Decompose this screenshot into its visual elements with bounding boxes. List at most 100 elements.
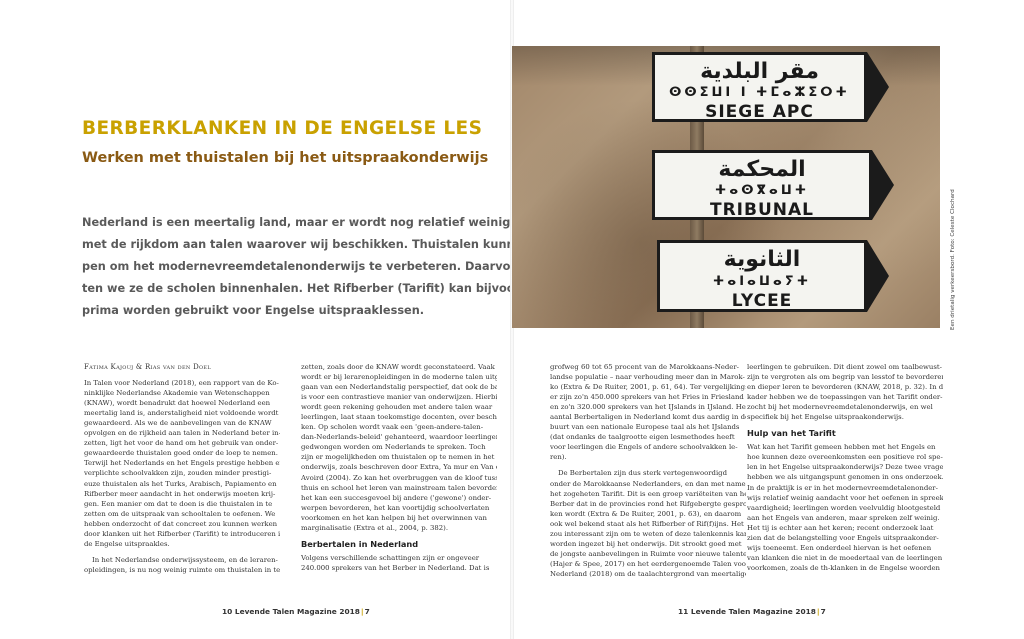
text-line: zetten, ligt het voor de hand om het geb… [84, 439, 279, 448]
text-line: leerlingen te gebruiken. Dit dient zowel… [747, 363, 943, 371]
text-line: gedwongen worden om Nederlands te spreke… [301, 443, 486, 452]
text-line: worden ingezet bij het onderwijs. Dit st… [550, 539, 742, 548]
text-line: zetten om de uitspraak van schooltalen t… [84, 509, 276, 518]
street-sign-photo: مقر البلدية ⵙⵙⵉⵡⵏ ⵏ ⵜⵎⴰⵣⵉⵔⵜ SIEGE APC ال… [512, 46, 940, 328]
column-2-text: zetten, zoals door de KNAW wordt geconst… [301, 362, 497, 533]
column-4-text: leerlingen te gebruiken. Dit dient zowel… [747, 362, 943, 422]
text-line: Terwijl het Nederlands en het Engels pre… [84, 459, 280, 468]
page-number: 11 [678, 607, 689, 616]
text-line: zou interessant zijn om te weten of deze… [550, 529, 746, 538]
text-line: de jongste aanbevelingen in Ruimte voor … [550, 549, 746, 558]
text-line: werpen bevorderen, het kan voortijdig sc… [301, 503, 490, 512]
text-line: voor leerlingen die Engels of andere sch… [550, 443, 738, 452]
section-heading: Hulp van het Tarifit [747, 428, 836, 439]
text-line: len in het Engelse uitspraakonderwijs? D… [747, 463, 943, 472]
section-heading: Berbertalen in Nederland [301, 538, 419, 549]
text-line: de Engelse uitspraakles. [84, 539, 170, 548]
text-line: 240.000 sprekers van het Berber in Neder… [301, 563, 490, 572]
intro-line: prima worden gebruikt voor Engelse uitsp… [82, 304, 425, 317]
column-2: zetten, zoals door de KNAW wordt geconst… [301, 362, 497, 573]
sign-arabic-text: مقر البلدية [700, 59, 819, 84]
text-line: kader hebben we de toepassingen van het … [747, 393, 943, 402]
article-intro: Nederland is een meertalig land, maar er… [82, 212, 562, 322]
text-line: hebben we als uitgangspunt genomen in on… [747, 473, 943, 482]
column-1: Fatima Kajouj & Rias van den Doel In Tal… [84, 362, 280, 575]
intro-line: pen om het modernevreemdetalenonderwijs … [82, 260, 560, 273]
sign-tifinagh-text: ⵙⵙⵉⵡⵏ ⵏ ⵜⵎⴰⵣⵉⵔⵜ [669, 85, 850, 100]
text-line: gewaardeerde thuistalen goed onder de lo… [84, 449, 278, 458]
text-line: aan het Engels van anderen, maar spreken… [747, 513, 940, 522]
sign-latin-text: LYCEE [731, 291, 793, 311]
text-line: wijs relatief weinig aandacht voor het o… [747, 493, 943, 502]
text-line: ninklijke Nederlandse Akademie van Weten… [84, 389, 270, 398]
column-3-text: grofweg 60 tot 65 procent van de Marokka… [550, 362, 746, 579]
text-line: onderwijs, zoals beschreven door Extra, … [301, 463, 497, 472]
text-line: ook wel bekend staat als het Rifberber o… [550, 519, 744, 528]
sign-siege-apc: مقر البلدية ⵙⵙⵉⵡⵏ ⵏ ⵜⵎⴰⵣⵉⵔⵜ SIEGE APC [652, 52, 867, 122]
text-line: zien dat de belangstelling voor Engels u… [747, 533, 939, 542]
text-line: opvolgen en de rijkheid aan talen in Ned… [84, 429, 280, 438]
text-line: (KNAW), wordt benadrukt dat hoewel Neder… [84, 399, 271, 408]
text-line: aantal Berbertaligen in Nederland komt d… [550, 413, 746, 422]
footer-separator: | [816, 607, 820, 616]
text-line: (dat ondanks de taalgrootte eigen lesmet… [550, 433, 735, 442]
text-line: ko (Extra & De Ruiter, 2001, p. 61, 64).… [550, 383, 746, 392]
text-line: is voor een contrastieve manier van onde… [301, 393, 497, 402]
article-title: BERBERKLANKEN IN DE ENGELSE LES [82, 118, 483, 139]
text-line: door klanken uit het Rifberber (Tarifit)… [84, 529, 280, 538]
text-line: opleidingen, is nu nog weinig ruimte om … [84, 565, 280, 574]
text-line: gen. Een manier om dat te doen is die th… [84, 499, 273, 508]
text-line: wordt er bij lerarenopleidingen in de mo… [301, 373, 497, 382]
right-page: مقر البلدية ⵙⵙⵉⵡⵏ ⵏ ⵜⵎⴰⵣⵉⵔⵜ SIEGE APC ال… [512, 0, 1024, 639]
text-line: In de praktijk is er in het modernevreem… [747, 483, 938, 492]
authors: Fatima Kajouj & Rias van den Doel [84, 363, 211, 371]
text-line: ken. Op scholen wordt vaak een 'geen-and… [301, 423, 484, 432]
column-4: leerlingen te gebruiken. Dit dient zowel… [747, 362, 943, 573]
text-line: wijs toeneemt. Een onderdeel hiervan is … [747, 543, 932, 552]
text-line: zetten, zoals door de KNAW wordt geconst… [301, 363, 495, 371]
issue-number: 7 [820, 607, 826, 616]
sign-arrow [867, 240, 889, 312]
sign-tifinagh-text: ⵜⴰⵙⴳⴰⵡⵜ [714, 183, 810, 198]
text-line: In Talen voor Nederland (2018), een rapp… [84, 379, 279, 388]
text-line: en zo'n 320.000 sprekers van het IJsland… [550, 403, 746, 412]
text-line: dan-Nederlands-beleid' gehanteerd, waard… [301, 433, 497, 442]
text-line: hebben onderzocht of dat concreet zou ku… [84, 519, 278, 528]
text-line: grofweg 60 tot 65 procent van de Marokka… [550, 363, 739, 371]
page-footer-right: 11 Levende Talen Magazine 2018|7 [678, 607, 826, 616]
text-line: voorkomen, zoals de th-klanken in de Eng… [747, 563, 940, 572]
text-line: In het Nederlandse onderwijssysteem, en … [92, 555, 278, 564]
text-line: specifiek bij het Engelse uitspraakonder… [747, 413, 904, 422]
text-line: Berber dat in de provincies rond het Rif… [550, 499, 746, 508]
sign-lycee: الثانوية ⵜⴰⵏⴰⵡⴰⵢⵜ LYCEE [657, 240, 867, 312]
text-line: zijn te vergroten als om begrip van less… [747, 373, 943, 382]
text-line: en dieper leren te bevorderen (KNAW, 201… [747, 383, 943, 392]
photo-credit-text: Een drietalig verkeersbord. Foto: Celest… [950, 189, 956, 330]
column-3: grofweg 60 tot 65 procent van de Marokka… [550, 362, 746, 579]
text-line: wordt geen rekening gehouden met andere … [301, 403, 493, 412]
sign-tribunal: المحكمة ⵜⴰⵙⴳⴰⵡⵜ TRIBUNAL [652, 150, 872, 220]
text-line: buurt van een nationale Europese taal al… [550, 423, 740, 432]
intro-line: met de rijkdom aan talen waarover wij be… [82, 238, 559, 251]
text-line: thuis en school het leren van mainstream… [301, 483, 497, 492]
text-line: hoe kunnen deze overeenkomsten een posit… [747, 453, 943, 462]
sign-tifinagh-text: ⵜⴰⵏⴰⵡⴰⵢⵜ [712, 274, 812, 289]
text-line: gaan van een Nederlandstalig perspectief… [301, 383, 497, 392]
magazine-name: Levende Talen Magazine 2018 [234, 607, 360, 616]
photo-credit: Een drietalig verkeersbord. Foto: Celest… [948, 189, 960, 330]
text-line: landse populatie – naar verhouding meer … [550, 373, 745, 382]
text-line: marginalisatie (Extra et al., 2004, p. 3… [301, 523, 449, 532]
intro-line: Nederland is een meertalig land, maar er… [82, 216, 562, 229]
text-line: Volgens verschillende schattingen zijn e… [301, 553, 480, 562]
text-line: verplichte schoolvakken zijn, zouden min… [84, 469, 272, 478]
left-page: BERBERKLANKEN IN DE ENGELSE LES Werken m… [0, 0, 562, 639]
article-subtitle: Werken met thuistalen bij het uitspraako… [82, 150, 489, 166]
text-line: van klanken die niet in de moedertaal va… [747, 553, 943, 562]
text-line: gewaardeerd. Als we de aanbevelingen van… [84, 419, 272, 428]
text-line: vaardigheid; leerlingen worden veelvuldi… [747, 503, 941, 512]
issue-number: 7 [364, 607, 370, 616]
text-line: De Berbertalen zijn dus sterk vertegenwo… [558, 469, 727, 478]
text-line: (Hajer & Spee, 2017) en het eerdergenoem… [550, 559, 746, 568]
text-line: het zogeheten Tarifit. Dit is een groep … [550, 489, 746, 498]
text-line: euze thuistalen als het Turks, Arabisch,… [84, 479, 277, 488]
